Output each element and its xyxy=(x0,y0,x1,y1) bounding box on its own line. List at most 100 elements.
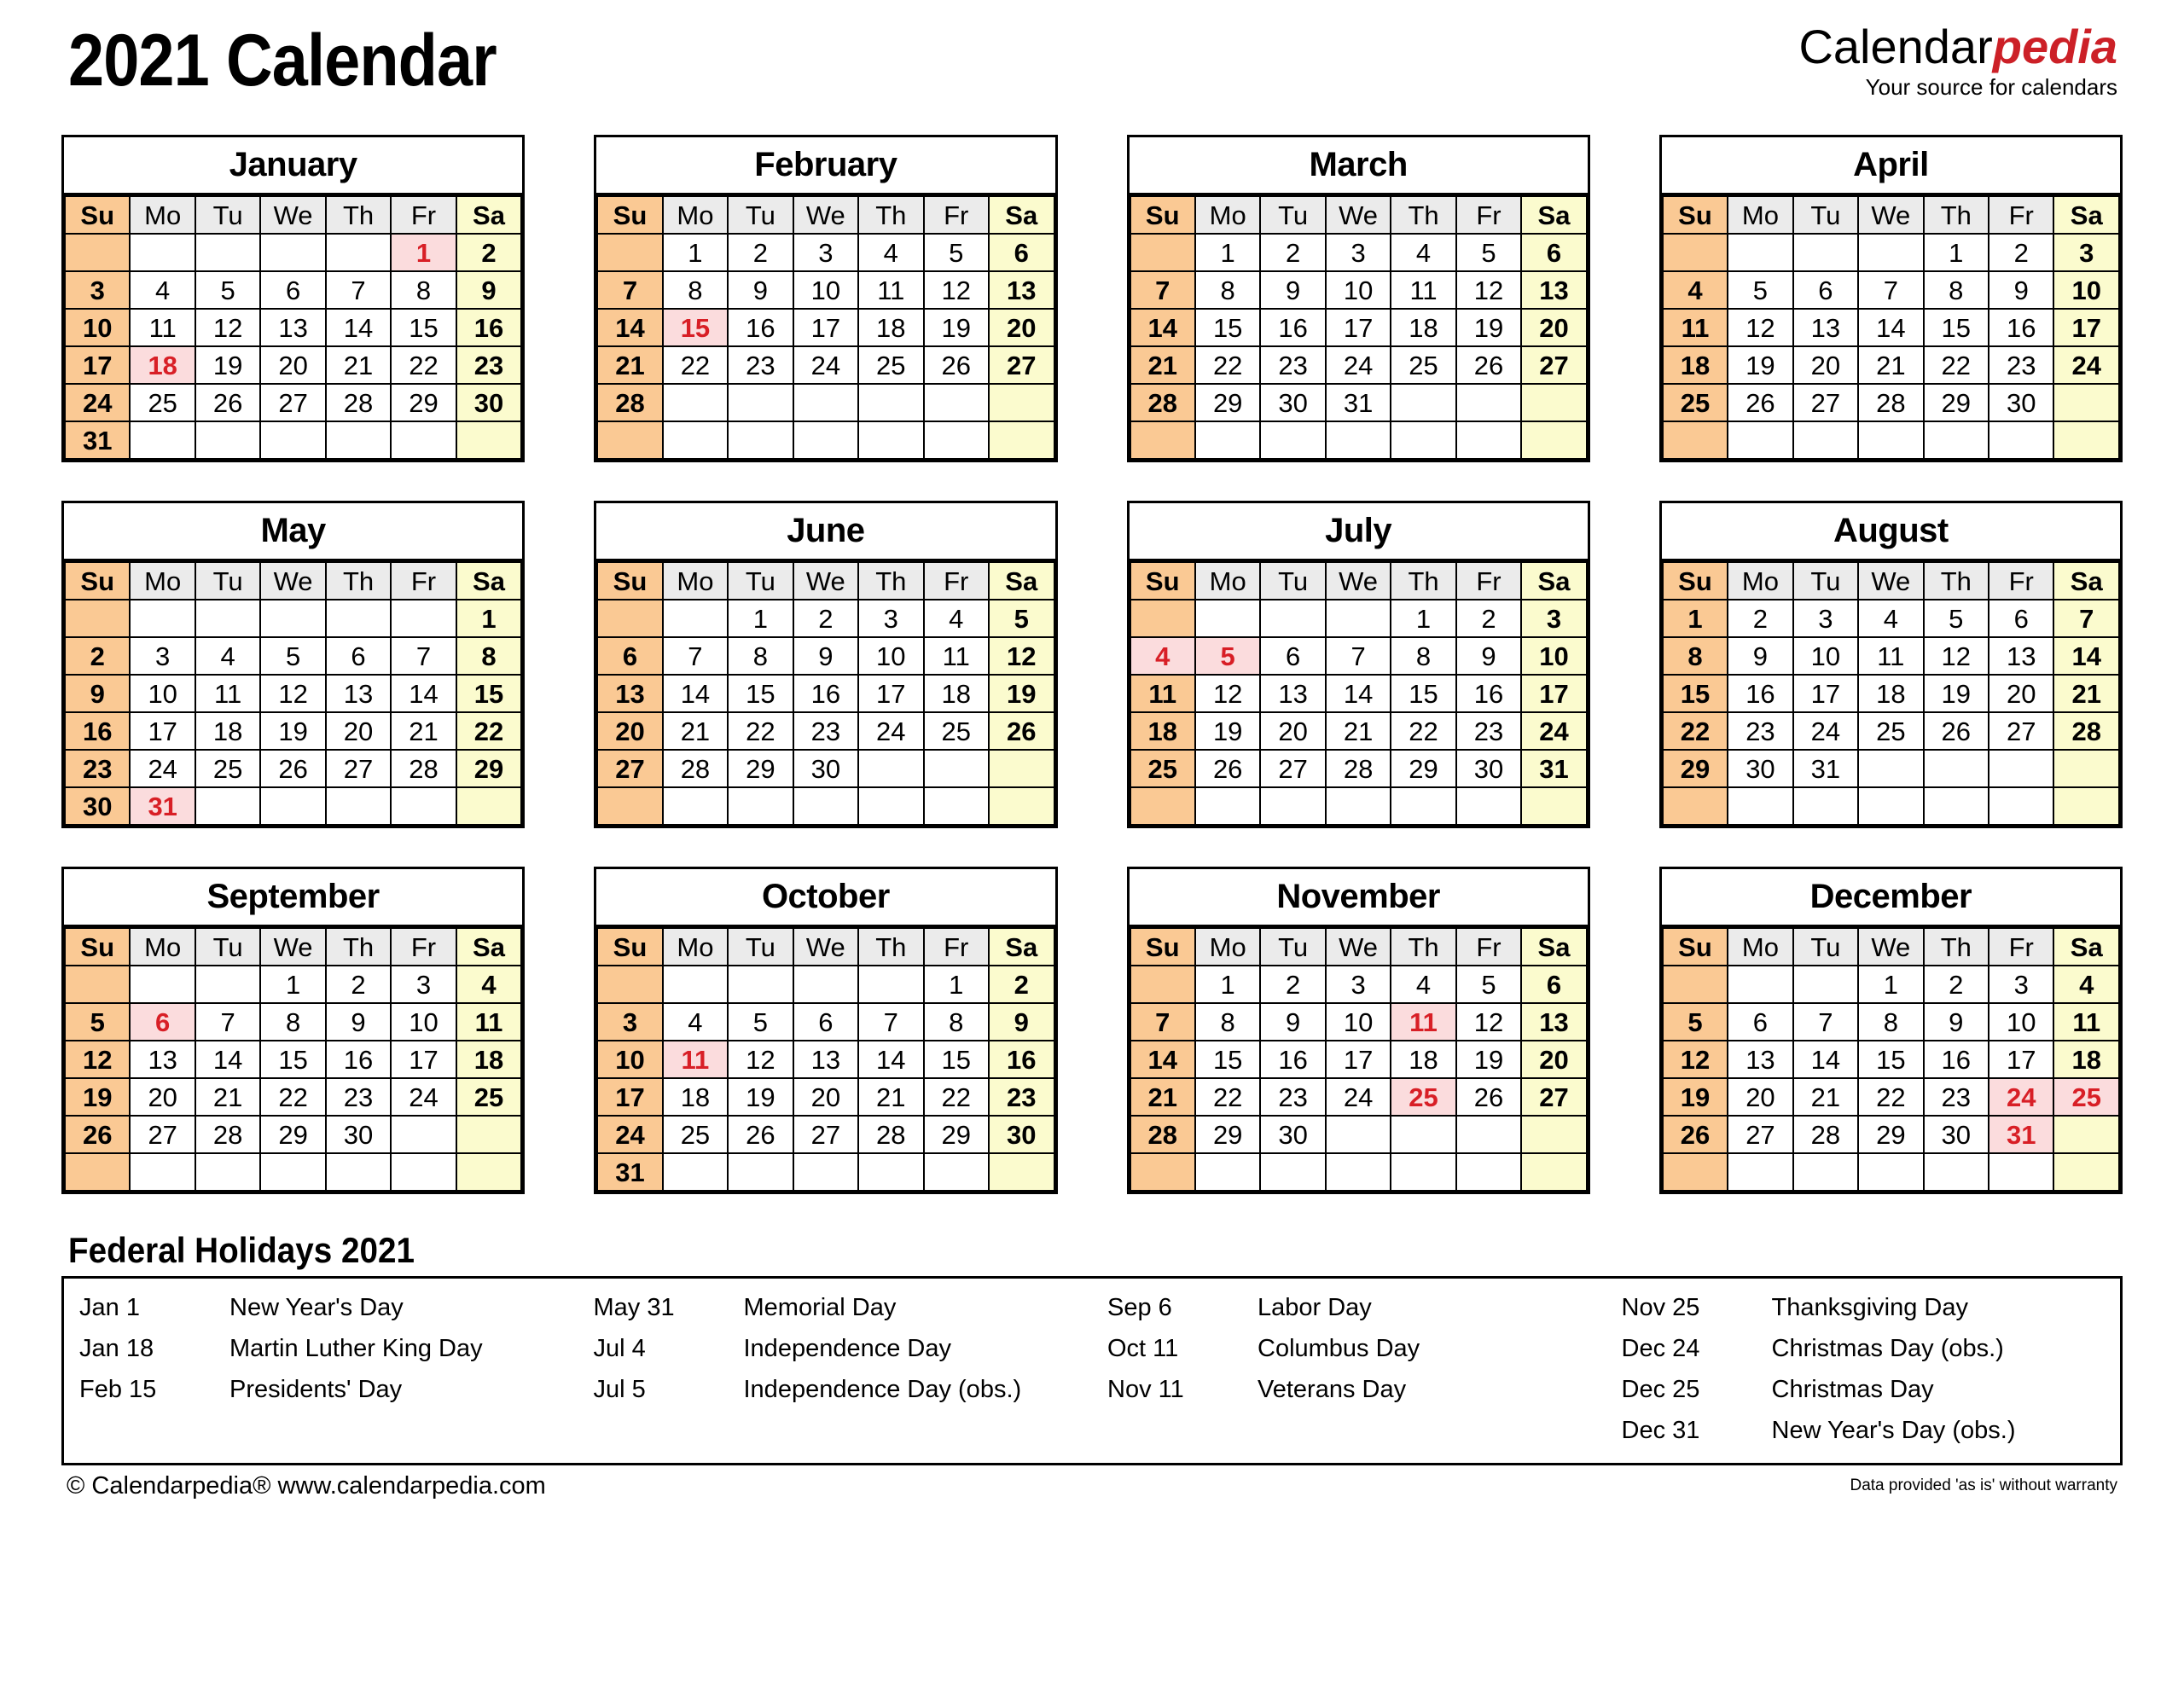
day-cell[interactable]: 9 xyxy=(324,1002,392,1041)
day-cell[interactable]: 26 xyxy=(1727,383,1794,422)
day-cell[interactable]: 17 xyxy=(2053,308,2120,347)
day-cell[interactable]: 27 xyxy=(1988,711,2055,751)
day-cell[interactable]: 19 xyxy=(1455,308,1523,347)
day-cell[interactable]: 1 xyxy=(259,965,327,1004)
day-cell[interactable]: 26 xyxy=(1922,711,1990,751)
day-cell[interactable]: 1 xyxy=(727,599,794,638)
day-cell[interactable]: 8 xyxy=(1390,636,1457,676)
day-cell[interactable]: 13 xyxy=(324,674,392,713)
day-cell[interactable]: 14 xyxy=(1129,308,1196,347)
day-cell[interactable]: 12 xyxy=(1455,1002,1523,1041)
day-cell[interactable]: 8 xyxy=(661,270,729,310)
day-cell[interactable]: 8 xyxy=(1661,636,1729,676)
day-cell[interactable]: 4 xyxy=(129,270,196,310)
day-cell[interactable]: 31 xyxy=(129,786,196,826)
day-cell[interactable]: 23 xyxy=(727,345,794,385)
day-cell[interactable]: 10 xyxy=(129,674,196,713)
day-cell[interactable]: 29 xyxy=(727,749,794,788)
day-cell[interactable]: 22 xyxy=(1857,1077,1925,1117)
day-cell[interactable]: 31 xyxy=(1520,749,1588,788)
day-cell[interactable]: 28 xyxy=(857,1115,925,1154)
day-cell[interactable]: 23 xyxy=(1259,345,1327,385)
day-cell[interactable]: 8 xyxy=(259,1002,327,1041)
day-cell[interactable]: 6 xyxy=(596,636,664,676)
day-cell[interactable]: 30 xyxy=(1259,1115,1327,1154)
day-cell[interactable]: 8 xyxy=(922,1002,990,1041)
day-cell[interactable]: 31 xyxy=(1792,749,1860,788)
day-cell[interactable]: 9 xyxy=(1727,636,1794,676)
day-cell[interactable]: 5 xyxy=(1661,1002,1729,1041)
day-cell[interactable]: 21 xyxy=(1129,345,1196,385)
day-cell[interactable]: 17 xyxy=(857,674,925,713)
day-cell[interactable]: 24 xyxy=(1324,1077,1392,1117)
day-cell[interactable]: 16 xyxy=(792,674,860,713)
day-cell[interactable]: 4 xyxy=(2053,965,2120,1004)
day-cell[interactable]: 7 xyxy=(1129,1002,1196,1041)
day-cell[interactable]: 29 xyxy=(455,749,523,788)
day-cell[interactable]: 23 xyxy=(324,1077,392,1117)
day-cell[interactable]: 18 xyxy=(129,345,196,385)
day-cell[interactable]: 20 xyxy=(1727,1077,1794,1117)
day-cell[interactable]: 11 xyxy=(1129,674,1196,713)
day-cell[interactable]: 8 xyxy=(390,270,457,310)
day-cell[interactable]: 21 xyxy=(2053,674,2120,713)
day-cell[interactable]: 13 xyxy=(1259,674,1327,713)
day-cell[interactable]: 1 xyxy=(1390,599,1457,638)
day-cell[interactable]: 2 xyxy=(1259,965,1327,1004)
day-cell[interactable]: 3 xyxy=(390,965,457,1004)
day-cell[interactable]: 10 xyxy=(1324,270,1392,310)
day-cell[interactable]: 30 xyxy=(1455,749,1523,788)
day-cell[interactable]: 5 xyxy=(987,599,1055,638)
day-cell[interactable]: 11 xyxy=(194,674,262,713)
day-cell[interactable]: 10 xyxy=(1324,1002,1392,1041)
day-cell[interactable]: 25 xyxy=(455,1077,523,1117)
day-cell[interactable]: 15 xyxy=(661,308,729,347)
day-cell[interactable]: 18 xyxy=(1390,308,1457,347)
day-cell[interactable]: 5 xyxy=(1194,636,1262,676)
day-cell[interactable]: 4 xyxy=(857,233,925,272)
day-cell[interactable]: 16 xyxy=(1259,1040,1327,1079)
day-cell[interactable]: 27 xyxy=(129,1115,196,1154)
day-cell[interactable]: 26 xyxy=(1455,345,1523,385)
day-cell[interactable]: 26 xyxy=(922,345,990,385)
day-cell[interactable]: 5 xyxy=(194,270,262,310)
day-cell[interactable]: 17 xyxy=(63,345,131,385)
day-cell[interactable]: 6 xyxy=(1259,636,1327,676)
day-cell[interactable]: 12 xyxy=(922,270,990,310)
day-cell[interactable]: 19 xyxy=(987,674,1055,713)
day-cell[interactable]: 23 xyxy=(63,749,131,788)
day-cell[interactable]: 18 xyxy=(2053,1040,2120,1079)
day-cell[interactable]: 15 xyxy=(922,1040,990,1079)
day-cell[interactable]: 25 xyxy=(1129,749,1196,788)
day-cell[interactable]: 10 xyxy=(596,1040,664,1079)
day-cell[interactable]: 28 xyxy=(390,749,457,788)
day-cell[interactable]: 6 xyxy=(324,636,392,676)
day-cell[interactable]: 10 xyxy=(792,270,860,310)
day-cell[interactable]: 16 xyxy=(455,308,523,347)
day-cell[interactable]: 13 xyxy=(1727,1040,1794,1079)
day-cell[interactable]: 26 xyxy=(259,749,327,788)
day-cell[interactable]: 28 xyxy=(324,383,392,422)
day-cell[interactable]: 11 xyxy=(455,1002,523,1041)
day-cell[interactable]: 13 xyxy=(129,1040,196,1079)
day-cell[interactable]: 2 xyxy=(792,599,860,638)
day-cell[interactable]: 19 xyxy=(922,308,990,347)
day-cell[interactable]: 16 xyxy=(1727,674,1794,713)
day-cell[interactable]: 30 xyxy=(63,786,131,826)
day-cell[interactable]: 29 xyxy=(1194,383,1262,422)
day-cell[interactable]: 16 xyxy=(324,1040,392,1079)
day-cell[interactable]: 20 xyxy=(1792,345,1860,385)
day-cell[interactable]: 28 xyxy=(661,749,729,788)
day-cell[interactable]: 15 xyxy=(1857,1040,1925,1079)
day-cell[interactable]: 28 xyxy=(194,1115,262,1154)
day-cell[interactable]: 10 xyxy=(857,636,925,676)
day-cell[interactable]: 24 xyxy=(129,749,196,788)
day-cell[interactable]: 27 xyxy=(1727,1115,1794,1154)
day-cell[interactable]: 25 xyxy=(129,383,196,422)
day-cell[interactable]: 10 xyxy=(2053,270,2120,310)
day-cell[interactable]: 28 xyxy=(1129,1115,1196,1154)
day-cell[interactable]: 6 xyxy=(1792,270,1860,310)
day-cell[interactable]: 3 xyxy=(1324,965,1392,1004)
day-cell[interactable]: 18 xyxy=(194,711,262,751)
day-cell[interactable]: 13 xyxy=(596,674,664,713)
